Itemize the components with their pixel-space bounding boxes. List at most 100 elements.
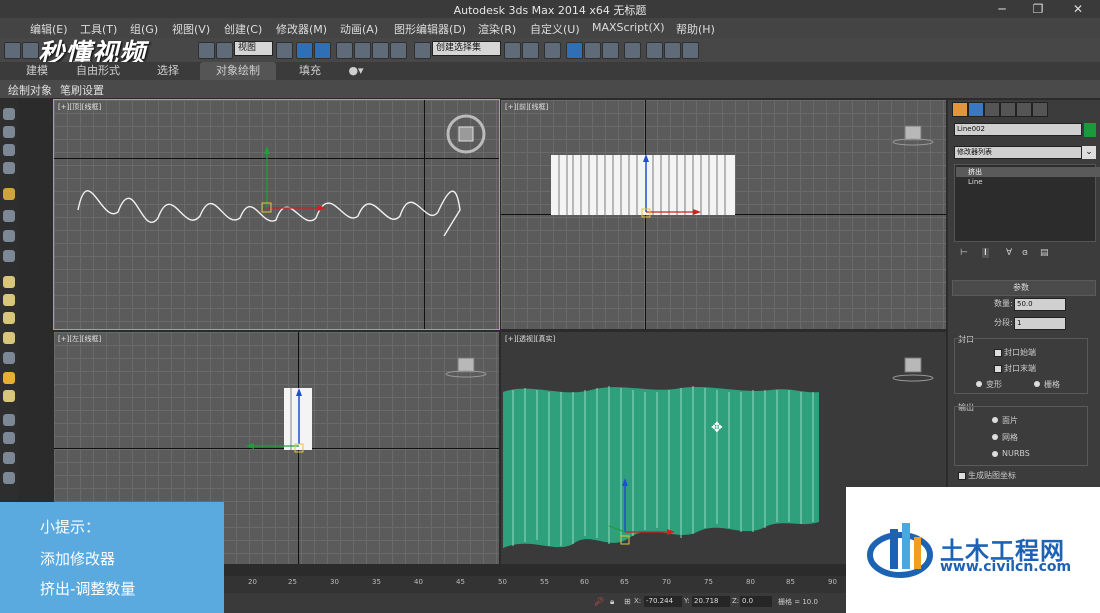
rendered-frame-icon[interactable] xyxy=(664,42,681,59)
tool-icon[interactable] xyxy=(3,276,15,288)
tool-icon[interactable] xyxy=(3,250,15,262)
chevron-down-icon[interactable]: ⌄ xyxy=(1082,146,1096,159)
render-production-icon[interactable] xyxy=(682,42,699,59)
menu-views[interactable]: 视图(V) xyxy=(172,21,210,37)
absolute-mode-icon[interactable]: ⊞ xyxy=(624,597,631,606)
modifier-list-dropdown[interactable]: 修改器列表 xyxy=(954,146,1082,159)
tool-icon[interactable] xyxy=(3,294,15,306)
curve-editor-icon[interactable] xyxy=(584,42,601,59)
lock-icon[interactable]: 🔒︎ xyxy=(610,597,614,607)
cap-start-checkbox[interactable] xyxy=(994,349,1002,357)
configure-sets-icon[interactable]: ▤ xyxy=(1040,248,1049,258)
display-tab-icon[interactable] xyxy=(1016,102,1032,117)
object-color-swatch[interactable] xyxy=(1084,123,1096,137)
menu-graph-editors[interactable]: 图形编辑器(D) xyxy=(394,21,466,37)
viewport-top[interactable]: [+][顶][线框] xyxy=(53,99,500,330)
align-icon[interactable] xyxy=(522,42,539,59)
unlink-icon[interactable] xyxy=(22,42,39,59)
stack-item-line[interactable]: Line xyxy=(956,177,1100,187)
tool-icon[interactable] xyxy=(3,108,15,120)
tool-icon[interactable] xyxy=(3,390,15,402)
brush-settings-panel[interactable]: 笔刷设置 xyxy=(60,82,104,98)
select-manipulate-icon[interactable] xyxy=(296,42,313,59)
tool-icon[interactable] xyxy=(3,126,15,138)
tab-object-paint[interactable]: 对象绘制 xyxy=(200,62,276,80)
pin-stack-icon[interactable]: ⊢ xyxy=(960,248,968,258)
gen-map-coords-checkbox[interactable] xyxy=(958,472,966,480)
tool-icon[interactable] xyxy=(3,332,15,344)
material-editor-icon[interactable] xyxy=(624,42,641,59)
spinner-snap-icon[interactable] xyxy=(390,42,407,59)
tool-icon[interactable] xyxy=(3,472,15,484)
tool-icon[interactable] xyxy=(3,372,15,384)
angle-snap-icon[interactable] xyxy=(354,42,371,59)
menu-rendering[interactable]: 渲染(R) xyxy=(478,21,516,37)
tool-icon[interactable] xyxy=(3,210,15,222)
viewport-front[interactable]: [+][前][线框] xyxy=(501,100,946,329)
hierarchy-tab-icon[interactable] xyxy=(984,102,1000,117)
utilities-tab-icon[interactable] xyxy=(1032,102,1048,117)
reference-coordinate-dropdown[interactable]: 视图 xyxy=(234,41,273,56)
x-coordinate-field[interactable]: -70.244 xyxy=(644,596,682,607)
keyboard-shortcut-icon[interactable] xyxy=(314,42,331,59)
key-icon[interactable]: 🔑︎ xyxy=(594,597,604,606)
mesh-radio[interactable] xyxy=(992,434,998,440)
tab-modeling[interactable]: 建模 xyxy=(14,62,60,80)
named-selection-set-dropdown[interactable]: 创建选择集 xyxy=(432,41,501,56)
percent-snap-icon[interactable] xyxy=(372,42,389,59)
make-unique-icon[interactable]: ∀ xyxy=(1006,248,1012,258)
select-by-name-icon[interactable] xyxy=(216,42,233,59)
ribbon-options-button[interactable]: ●▾ xyxy=(344,62,368,80)
menu-help[interactable]: 帮助(H) xyxy=(676,21,715,37)
patch-radio[interactable] xyxy=(992,417,998,423)
tool-icon[interactable] xyxy=(3,312,15,324)
morph-radio[interactable] xyxy=(976,381,982,387)
tool-icon[interactable] xyxy=(3,144,15,156)
minimize-button[interactable]: ─ xyxy=(992,1,1012,17)
tool-icon[interactable] xyxy=(3,432,15,444)
select-object-icon[interactable] xyxy=(198,42,215,59)
timeline[interactable]: 20 25 30 35 40 45 50 55 60 65 70 75 80 8… xyxy=(224,576,846,613)
cap-end-checkbox[interactable] xyxy=(994,365,1002,373)
tool-icon[interactable] xyxy=(3,188,15,200)
tool-icon[interactable] xyxy=(3,414,15,426)
mirror-icon[interactable] xyxy=(504,42,521,59)
menu-animation[interactable]: 动画(A) xyxy=(340,21,378,37)
schematic-view-icon[interactable] xyxy=(602,42,619,59)
amount-field[interactable]: 50.0 xyxy=(1014,298,1066,311)
y-coordinate-field[interactable]: 20.718 xyxy=(692,596,730,607)
link-icon[interactable] xyxy=(4,42,21,59)
segments-field[interactable]: 1 xyxy=(1014,317,1066,330)
maximize-button[interactable]: ❐ xyxy=(1028,1,1048,17)
tab-freeform[interactable]: 自由形式 xyxy=(68,62,128,80)
remove-modifier-icon[interactable]: ɞ xyxy=(1022,248,1028,258)
create-tab-icon[interactable] xyxy=(952,102,968,117)
menu-create[interactable]: 创建(C) xyxy=(224,21,262,37)
menu-maxscript[interactable]: MAXScript(X) xyxy=(592,21,665,34)
stack-item-extrude[interactable]: 挤出 xyxy=(956,167,1100,177)
tab-populate[interactable]: 填充 xyxy=(290,62,330,80)
tool-icon[interactable] xyxy=(3,352,15,364)
menu-customize[interactable]: 自定义(U) xyxy=(530,21,580,37)
object-name-field[interactable]: Line002 xyxy=(954,123,1082,136)
layer-manager-icon[interactable] xyxy=(544,42,561,59)
params-rollout-header[interactable]: 参数 xyxy=(952,280,1096,296)
menu-modifiers[interactable]: 修改器(M) xyxy=(276,21,327,37)
tab-selection[interactable]: 选择 xyxy=(144,62,192,80)
tool-icon[interactable] xyxy=(3,452,15,464)
paint-objects-panel[interactable]: 绘制对象 xyxy=(8,82,52,98)
tool-icon[interactable] xyxy=(3,162,15,174)
grid-radio[interactable] xyxy=(1034,381,1040,387)
close-button[interactable]: ✕ xyxy=(1068,1,1088,17)
render-setup-icon[interactable] xyxy=(646,42,663,59)
nurbs-radio[interactable] xyxy=(992,451,998,457)
graphite-modeling-icon[interactable] xyxy=(566,42,583,59)
pivot-icon[interactable] xyxy=(276,42,293,59)
tool-icon[interactable] xyxy=(3,230,15,242)
snaps-toggle-icon[interactable] xyxy=(336,42,353,59)
modify-tab-icon[interactable] xyxy=(968,102,984,117)
edit-named-selection-icon[interactable] xyxy=(414,42,431,59)
motion-tab-icon[interactable] xyxy=(1000,102,1016,117)
z-coordinate-field[interactable]: 0.0 xyxy=(740,596,772,607)
show-end-result-icon[interactable]: Ⅰ xyxy=(982,248,989,258)
